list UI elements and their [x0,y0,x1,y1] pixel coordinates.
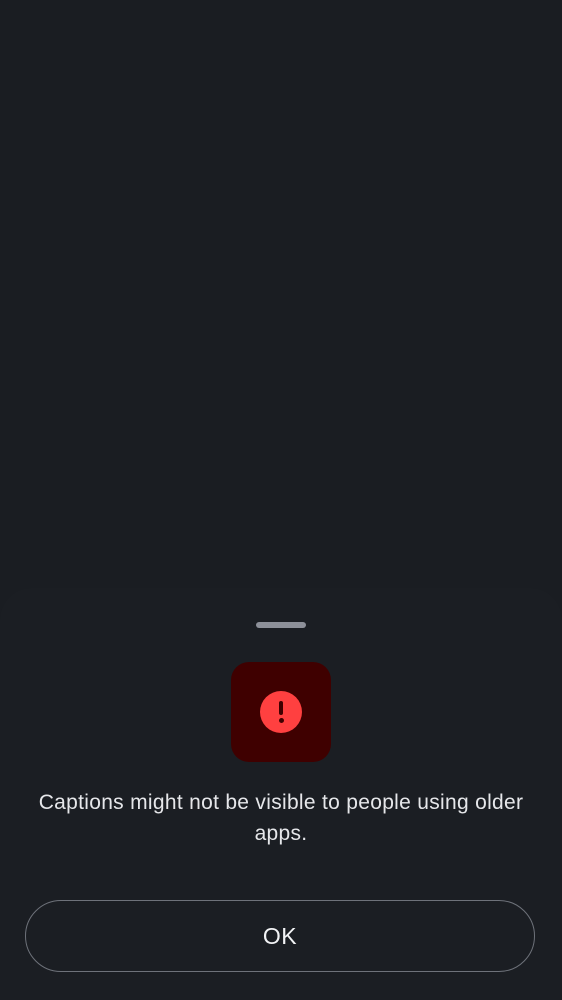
exclamation-dot [278,718,284,723]
dialog-message: Captions might not be visible to people … [38,791,524,845]
exclamation-bar [279,701,283,715]
alert-icon-tile [231,662,331,762]
ok-button[interactable]: OK [25,900,535,972]
bottom-sheet-dialog: Captions might not be visible to people … [0,588,562,1000]
drag-handle[interactable] [256,622,306,628]
alert-circle-icon [260,691,302,733]
screen: Captions might not be visible to people … [0,0,562,1000]
